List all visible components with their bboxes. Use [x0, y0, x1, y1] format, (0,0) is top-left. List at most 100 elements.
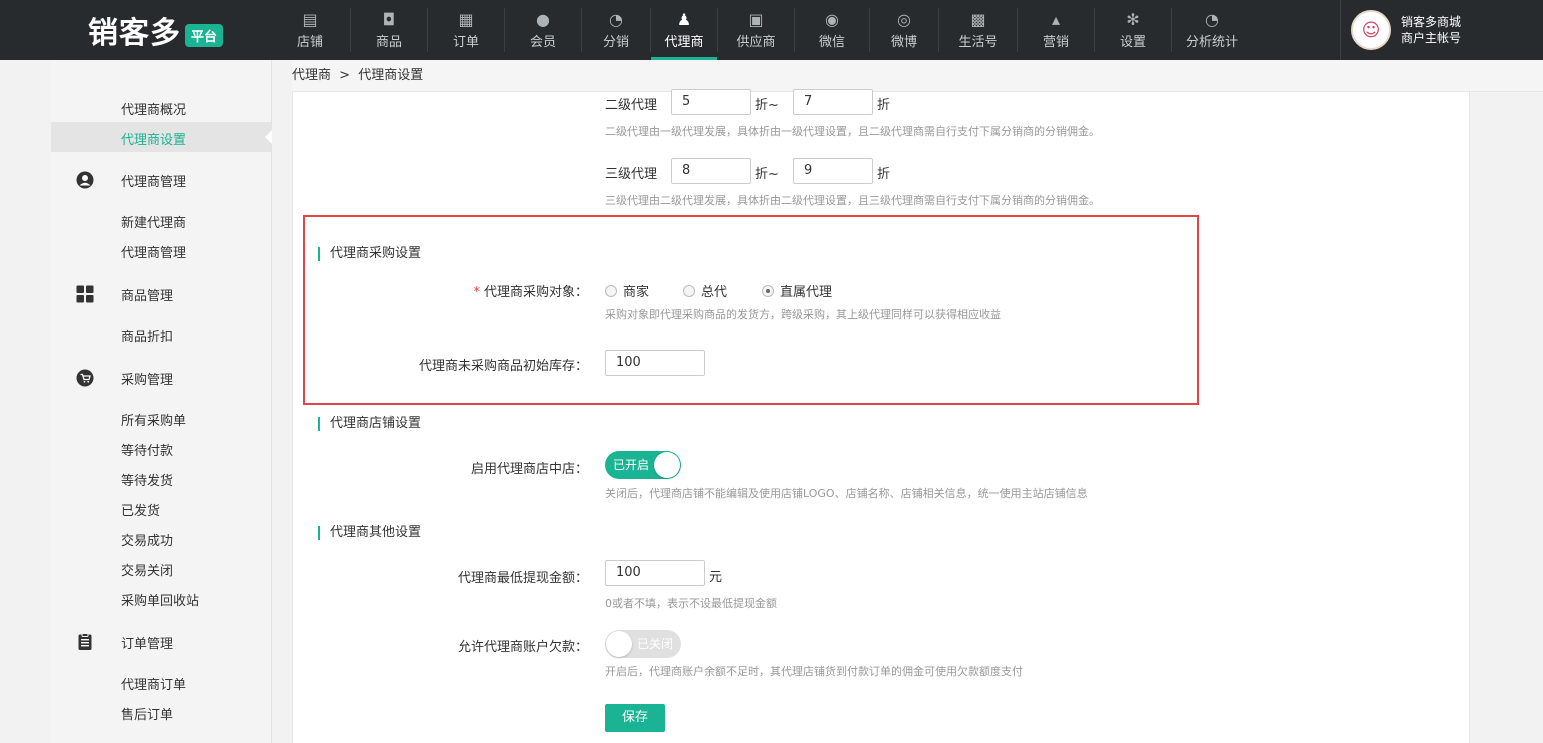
- toggle-knob: [654, 452, 680, 478]
- min-withdraw-input[interactable]: 100: [605, 560, 705, 586]
- initial-stock-input[interactable]: 100: [605, 350, 705, 376]
- nav-item-distribution[interactable]: ◔ 分销: [582, 0, 650, 60]
- brand-logo[interactable]: 销客多 平台: [88, 8, 224, 52]
- sidebar-group-label: 采购管理: [121, 372, 174, 388]
- sidebar-group-order-manage[interactable]: 订单管理: [75, 632, 173, 652]
- nav-item-order[interactable]: ▦ 订单: [428, 0, 504, 60]
- min-withdraw-label: 代理商最低提现金额：: [457, 571, 588, 586]
- sidebar-item-completed[interactable]: 交易成功: [121, 530, 173, 549]
- sidebar-group-label: 订单管理: [121, 636, 174, 652]
- level2-hint: 二级代理由一级代理发展，具体折由一级代理设置，且二级代理商需自行支付下属分销商的…: [605, 125, 1100, 138]
- allow-debt-toggle[interactable]: 已关闭: [605, 630, 681, 658]
- purchase-target-label: * 代理商采购对象：: [393, 281, 588, 300]
- nav-item-weibo[interactable]: ◎ 微博: [870, 0, 938, 60]
- sidebar-item-agent-settings[interactable]: 代理商设置: [121, 129, 186, 148]
- save-button[interactable]: 保存: [605, 704, 665, 732]
- nav-item-label: 分销: [602, 34, 629, 50]
- level2-from-input[interactable]: 5: [671, 89, 751, 115]
- account-menu[interactable]: ☺ 销客多商城 商户主帐号: [1340, 0, 1543, 60]
- radio-merchant[interactable]: 商家: [605, 281, 649, 300]
- store-section-title: 代理商店铺设置: [318, 416, 421, 432]
- breadcrumb-root[interactable]: 代理商: [292, 68, 331, 83]
- sidebar-group-label: 代理商管理: [121, 174, 187, 190]
- goods-icon: ◘: [382, 9, 396, 29]
- sidebar-item-goods-discount[interactable]: 商品折扣: [121, 326, 173, 345]
- sidebar-item-new-agent[interactable]: 新建代理商: [121, 212, 186, 231]
- nav-item-settings[interactable]: ✻ 设置: [1095, 0, 1171, 60]
- order-icon: ▦: [458, 9, 474, 29]
- logo-badge: 平台: [185, 23, 224, 47]
- nav-item-life[interactable]: ▩ 生活号: [939, 0, 1017, 60]
- radio-label: 商家: [623, 285, 650, 300]
- level3-label: 三级代理: [605, 167, 658, 182]
- radio-checked-icon: [762, 284, 774, 297]
- level2-label: 二级代理: [605, 98, 658, 113]
- sidebar-item-recycle-bin[interactable]: 采购单回收站: [121, 590, 199, 609]
- nav-item-wechat[interactable]: ◉ 微信: [795, 0, 869, 60]
- supplier-icon: ▣: [748, 9, 764, 29]
- sidebar-group-goods-manage[interactable]: 商品管理: [75, 284, 173, 304]
- nav-item-label: 微信: [818, 34, 845, 50]
- sidebar-item-closed[interactable]: 交易关闭: [121, 560, 173, 579]
- sidebar-group-agent-manage[interactable]: 代理商管理: [75, 170, 186, 190]
- purchase-section-title: 代理商采购设置: [318, 246, 421, 262]
- level2-unit: 折: [877, 98, 891, 113]
- nav-item-supplier[interactable]: ▣ 供应商: [718, 0, 794, 60]
- sidebar-item-awaiting-shipment[interactable]: 等待发货: [121, 470, 173, 489]
- radio-direct-agent[interactable]: 直属代理: [762, 281, 832, 300]
- sidebar-item-agent-orders[interactable]: 代理商订单: [121, 674, 186, 693]
- level3-hint: 三级代理由二级代理发展，具体折由二级代理设置，且三级代理商需自行支付下属分销商的…: [605, 194, 1100, 207]
- sidebar-item-all-purchases[interactable]: 所有采购单: [121, 410, 186, 429]
- sidebar-group-purchase-manage[interactable]: 采购管理: [75, 368, 173, 388]
- radio-general-agent[interactable]: 总代: [683, 281, 727, 300]
- toggle-state-label: 已关闭: [637, 637, 674, 651]
- nav-item-store[interactable]: ▤ 店铺: [270, 0, 350, 60]
- nav-item-label: 设置: [1119, 34, 1146, 50]
- nav-item-label: 微博: [890, 34, 917, 50]
- nav-item-agent[interactable]: ♟ 代理商: [651, 0, 717, 60]
- other-section-title: 代理商其他设置: [318, 525, 421, 541]
- toggle-knob: [606, 631, 632, 657]
- nav-item-label: 会员: [529, 34, 556, 50]
- level3-from-input[interactable]: 8: [671, 158, 751, 184]
- sidebar-group-label: 商品管理: [121, 288, 174, 304]
- nav-item-label: 商品: [375, 34, 402, 50]
- level2-to-input[interactable]: 7: [793, 89, 873, 115]
- main-nav: ▤ 店铺 ◘ 商品 ▦ 订单 ● 会员 ◔ 分销 ♟ 代理商 ▣ 供应商 ◉ 微信 ◎ 微博 ▩ 生活号 ▴ 营销 ✻ 设置 ◔…: [270, 0, 1252, 60]
- sidebar-item-shipped[interactable]: 已发货: [121, 500, 160, 519]
- member-icon: ●: [536, 9, 550, 29]
- nav-item-marketing[interactable]: ▴ 营销: [1018, 0, 1094, 60]
- nav-item-label: 生活号: [958, 34, 998, 50]
- required-mark: *: [473, 285, 480, 300]
- store-icon: ▤: [302, 9, 318, 29]
- nav-item-goods[interactable]: ◘ 商品: [351, 0, 427, 60]
- nav-item-label: 分析统计: [1185, 34, 1238, 50]
- allow-debt-hint: 开启后，代理商账户余额不足时，其代理店铺货到付款订单的佣金可使用欠款额度支付: [605, 665, 1023, 678]
- nav-item-member[interactable]: ● 会员: [505, 0, 581, 60]
- distribution-icon: ◔: [609, 9, 623, 29]
- sidebar: 代理商概况 代理商设置 代理商管理 新建代理商 代理商管理 商品管理 商品折扣 …: [51, 60, 272, 743]
- sidebar-item-awaiting-payment[interactable]: 等待付款: [121, 440, 173, 459]
- toggle-state-label: 已开启: [613, 458, 650, 472]
- radio-label: 直属代理: [780, 285, 833, 300]
- goods-manage-icon: [75, 284, 95, 304]
- enable-store-label: 启用代理商店中店：: [470, 462, 588, 477]
- sidebar-item-agent-manage[interactable]: 代理商管理: [121, 242, 186, 261]
- enable-store-hint: 关闭后，代理商店铺不能编辑及使用店铺LOGO、店铺名称、店铺相关信息，统一使用主…: [605, 487, 1088, 500]
- level3-to-input[interactable]: 9: [793, 158, 873, 184]
- level3-mid-text: 折~: [755, 167, 779, 182]
- min-withdraw-unit: 元: [709, 570, 723, 585]
- enable-store-toggle[interactable]: 已开启: [605, 451, 681, 479]
- radio-circle-icon: [605, 284, 617, 297]
- nav-item-label: 营销: [1042, 34, 1069, 50]
- analytics-icon: ◔: [1205, 9, 1219, 29]
- breadcrumb: 代理商 > 代理商设置: [292, 60, 1543, 92]
- active-pointer-icon: [265, 130, 272, 144]
- sidebar-item-agent-overview[interactable]: 代理商概况: [121, 99, 186, 118]
- purchase-manage-icon: [75, 368, 95, 388]
- sidebar-item-after-sales[interactable]: 售后订单: [121, 704, 173, 723]
- avatar[interactable]: ☺: [1351, 10, 1391, 50]
- purchase-target-hint: 采购对象即代理采购商品的发货方，跨级采购，其上级代理同样可以获得相应收益: [605, 308, 1001, 321]
- nav-item-analytics[interactable]: ◔ 分析统计: [1172, 0, 1252, 60]
- nav-item-label: 订单: [452, 34, 479, 50]
